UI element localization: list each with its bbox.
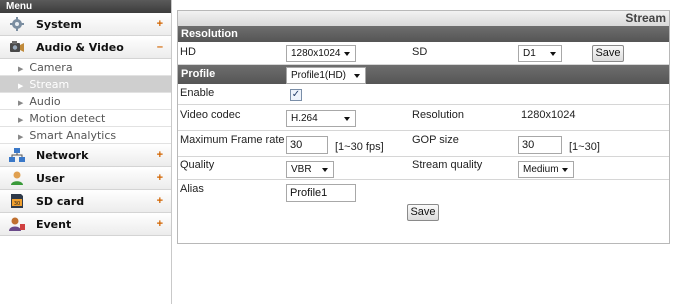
quality-select[interactable]: VBR [286, 161, 334, 178]
quality-row: Quality VBR Stream quality Medium [178, 157, 669, 180]
enable-label: Enable [180, 87, 215, 99]
sidebar-item-label: SD card [36, 194, 85, 208]
resolution-value: 1280x1024 [521, 109, 576, 121]
sidebar-item-system[interactable]: System + [0, 13, 171, 36]
sd-label: SD [412, 46, 428, 58]
dropdown-caret-icon [550, 52, 556, 56]
max-frame-rate-input[interactable]: 30 [286, 136, 328, 154]
alias-input[interactable]: Profile1 [286, 184, 356, 202]
menu-header: Menu [0, 0, 171, 13]
resolution-save-button[interactable]: Save [592, 45, 624, 62]
sidebar-menu: Menu System + Audio & Video – ▶ Camera ▶ S… [0, 0, 172, 304]
sidebar-subitem-smart-analytics[interactable]: ▶ Smart Analytics [0, 127, 171, 144]
sidebar-item-label: Audio & Video [36, 40, 124, 54]
svg-text:30: 30 [14, 201, 20, 207]
arrow-right-icon: ▶ [18, 116, 24, 124]
select-value: Profile1(HD) [291, 70, 347, 81]
stream-quality-select[interactable]: Medium [518, 161, 574, 178]
arrow-right-icon: ▶ [18, 65, 24, 73]
resolution-section-header: Resolution [178, 26, 669, 42]
expand-toggle[interactable]: + [157, 18, 163, 30]
select-value: 1280x1024 [291, 48, 341, 59]
sidebar-item-label: Network [36, 148, 89, 162]
sidebar-item-label: User [36, 171, 65, 185]
subitem-label: Stream [29, 78, 70, 91]
alias-row: Alias Profile1 Save [178, 180, 669, 221]
enable-checkbox[interactable]: ✓ [290, 89, 302, 101]
subitem-label: Smart Analytics [29, 129, 117, 142]
section-title: Resolution [181, 28, 238, 40]
camera-icon [8, 39, 26, 55]
network-icon [8, 147, 26, 163]
section-title: Profile [181, 68, 216, 80]
sidebar-subitem-audio[interactable]: ▶ Audio [0, 93, 171, 110]
max-frame-rate-label: Maximum Frame rate [180, 134, 285, 146]
video-codec-select[interactable]: H.264 [286, 110, 356, 127]
frame-rate-row: Maximum Frame rate 30 [1~30 fps] GOP siz… [178, 131, 669, 157]
sidebar-subitem-camera[interactable]: ▶ Camera [0, 59, 171, 76]
sidebar-item-user[interactable]: User + [0, 167, 171, 190]
expand-toggle[interactable]: + [157, 218, 163, 230]
arrow-right-icon: ▶ [18, 82, 24, 90]
select-value: H.264 [291, 113, 318, 124]
alias-label: Alias [180, 183, 204, 195]
sidebar-item-network[interactable]: Network + [0, 144, 171, 167]
select-value: D1 [523, 48, 536, 59]
resolution-row: HD 1280x1024 SD D1 Save [178, 42, 669, 65]
user-icon [8, 170, 26, 186]
sidebar-item-audio-video[interactable]: Audio & Video – [0, 36, 171, 59]
gop-size-label: GOP size [412, 134, 459, 146]
sidebar-subitem-motion-detect[interactable]: ▶ Motion detect [0, 110, 171, 127]
sidebar-item-label: Event [36, 217, 72, 231]
sd-resolution-select[interactable]: D1 [518, 45, 562, 62]
sidebar-item-label: System [36, 17, 82, 31]
hd-label: HD [180, 46, 196, 58]
max-frame-rate-hint: [1~30 fps] [335, 141, 384, 153]
video-codec-row: Video codec H.264 Resolution 1280x1024 [178, 105, 669, 131]
expand-toggle[interactable]: + [157, 172, 163, 184]
page-title: Stream [178, 11, 669, 26]
hd-resolution-select[interactable]: 1280x1024 [286, 45, 356, 62]
dropdown-caret-icon [322, 168, 328, 172]
select-value: VBR [291, 164, 312, 175]
sidebar-item-sd-card[interactable]: 30 SD card + [0, 190, 171, 213]
stream-quality-label: Stream quality [412, 159, 483, 171]
gop-size-input[interactable]: 30 [518, 136, 562, 154]
arrow-right-icon: ▶ [18, 133, 24, 141]
event-icon [8, 216, 26, 232]
sd-card-icon: 30 [8, 193, 26, 209]
collapse-toggle[interactable]: – [157, 41, 163, 53]
checkmark-icon: ✓ [291, 89, 301, 100]
resolution-label: Resolution [412, 109, 464, 121]
expand-toggle[interactable]: + [157, 195, 163, 207]
gop-size-hint: [1~30] [569, 141, 600, 153]
dropdown-caret-icon [344, 52, 350, 56]
subitem-label: Audio [29, 95, 61, 108]
profile-section-header: Profile Profile1(HD) [178, 65, 669, 84]
expand-toggle[interactable]: + [157, 149, 163, 161]
dropdown-caret-icon [562, 168, 568, 172]
sidebar-subitem-stream[interactable]: ▶ Stream [0, 76, 171, 93]
subitem-label: Camera [29, 61, 73, 74]
sidebar-item-event[interactable]: Event + [0, 213, 171, 236]
select-value: Medium [523, 164, 559, 175]
profile-save-button[interactable]: Save [407, 204, 439, 221]
enable-row: Enable ✓ [178, 84, 669, 105]
dropdown-caret-icon [344, 117, 350, 121]
quality-label: Quality [180, 159, 215, 171]
video-codec-label: Video codec [180, 109, 241, 121]
stream-settings-panel: Stream Resolution HD 1280x1024 SD D1 Sav… [177, 10, 670, 244]
subitem-label: Motion detect [29, 112, 106, 125]
profile-select[interactable]: Profile1(HD) [286, 67, 366, 84]
gear-icon [8, 16, 26, 32]
arrow-right-icon: ▶ [18, 99, 24, 107]
dropdown-caret-icon [354, 74, 360, 78]
